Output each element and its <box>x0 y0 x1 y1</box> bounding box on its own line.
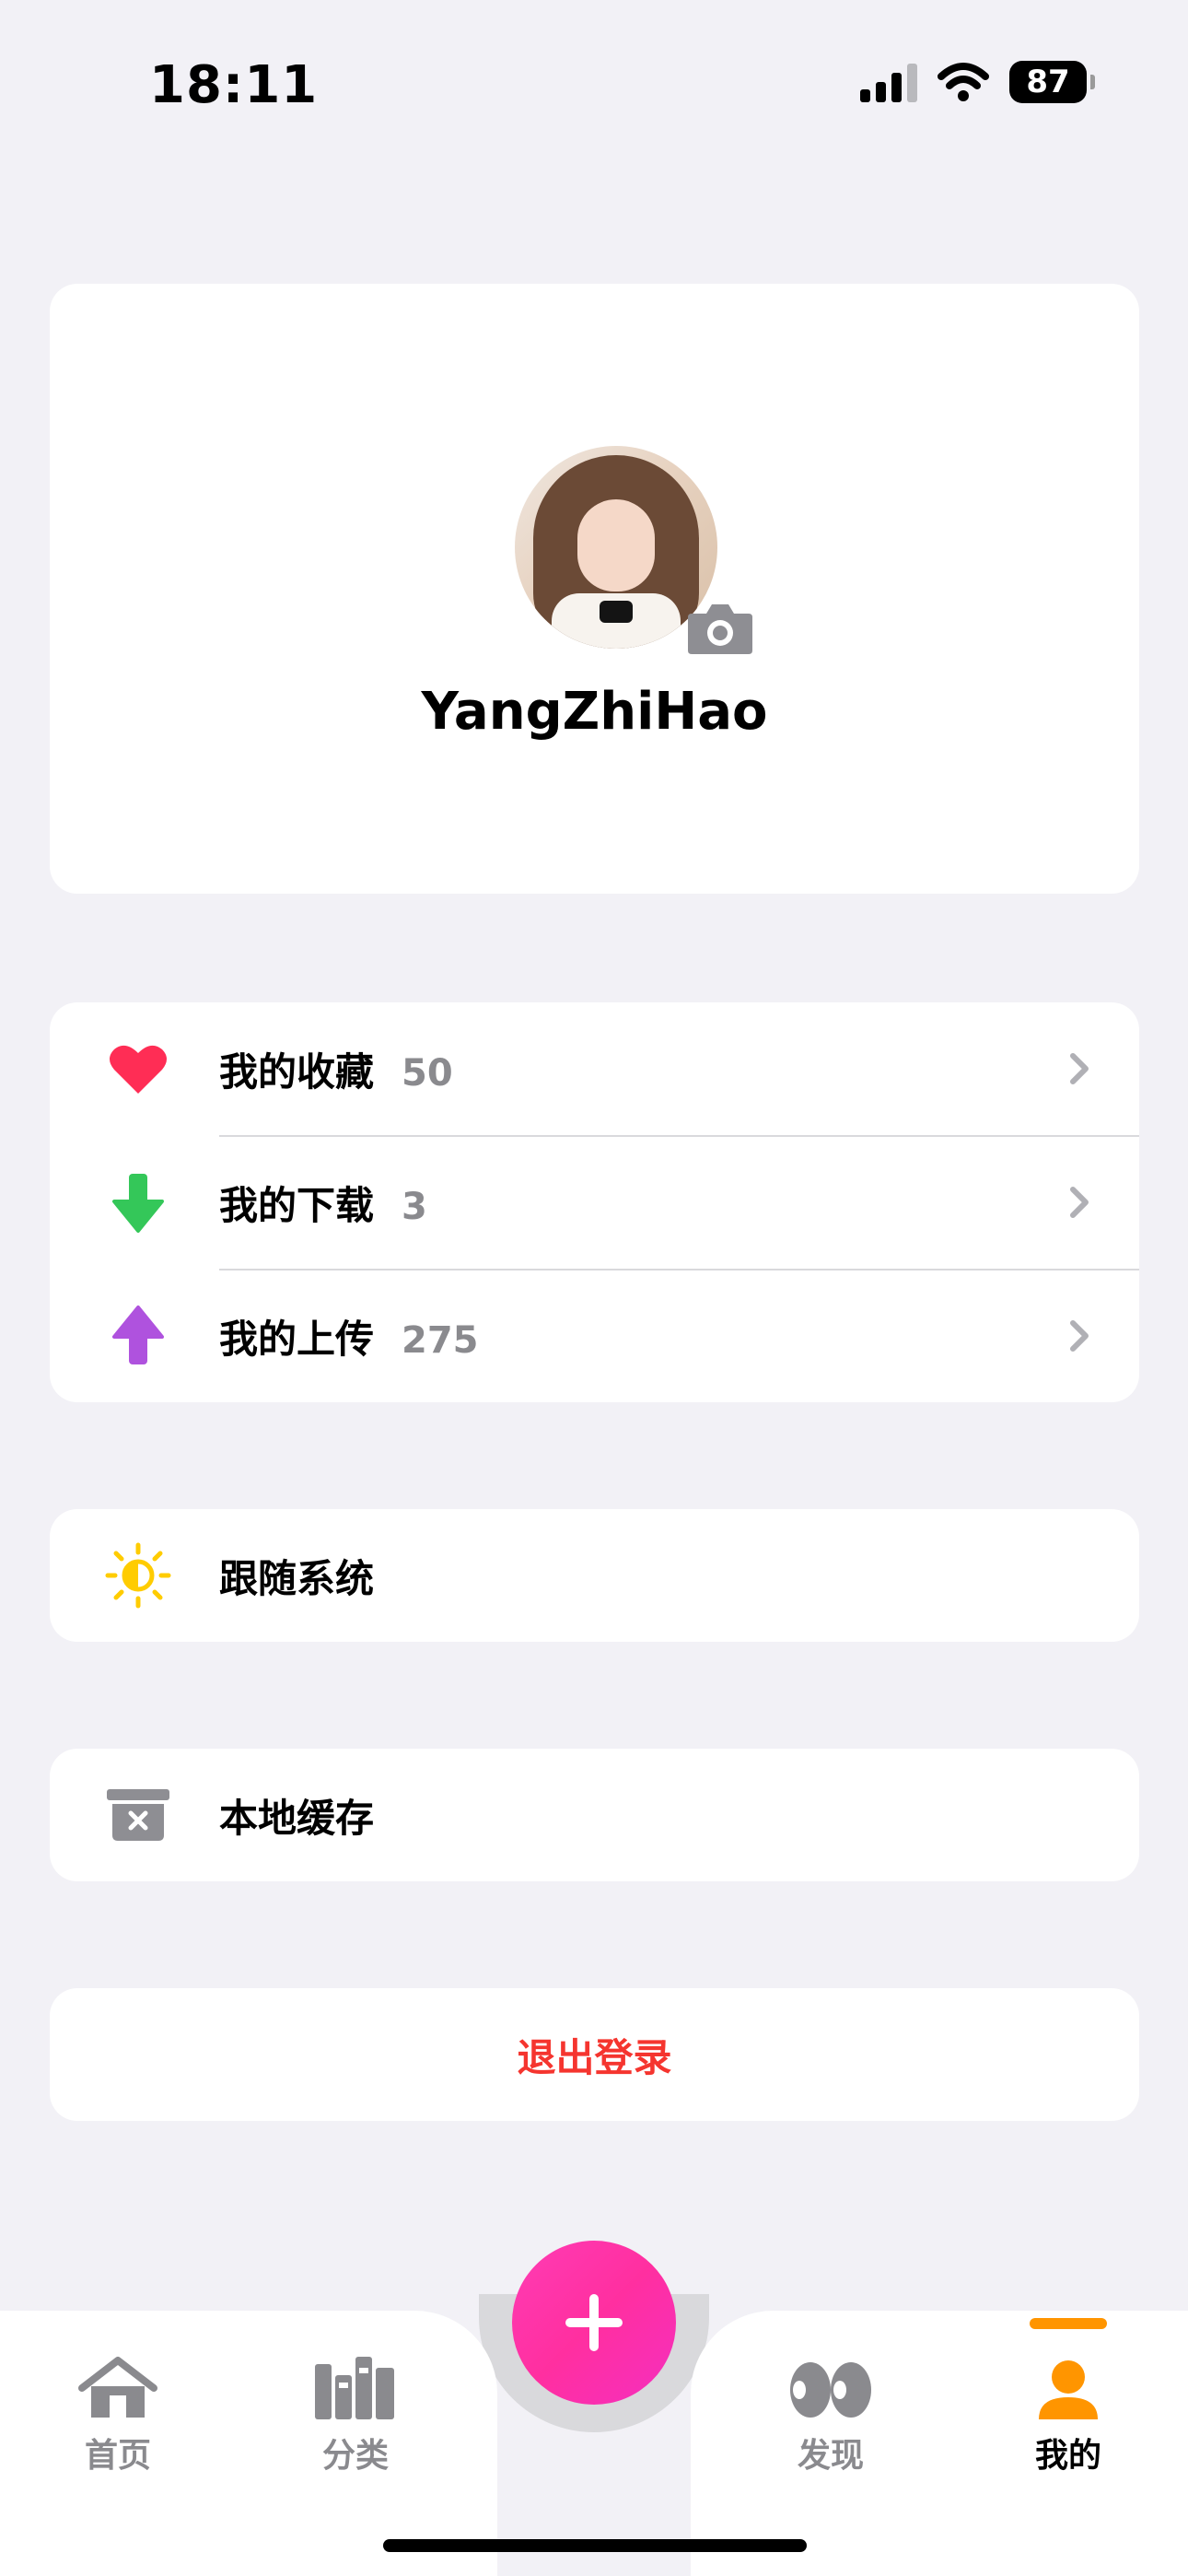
cache-card[interactable]: 本地缓存 <box>50 1749 1139 1881</box>
downloads-text: 我的下载 <box>219 1182 375 1228</box>
home-indicator <box>383 2539 807 2552</box>
tab-me[interactable]: 我的 <box>1004 2355 1133 2476</box>
favorites-row[interactable]: 我的收藏 50 <box>50 1002 1139 1135</box>
uploads-count: 275 <box>402 1318 479 1362</box>
tab-discover-label: 发现 <box>797 2437 864 2475</box>
status-icons: 87 <box>860 61 1095 103</box>
uploads-row[interactable]: 我的上传 275 <box>50 1270 1139 1402</box>
cache-label: 本地缓存 <box>219 1795 375 1841</box>
cellular-signal-icon <box>860 62 917 102</box>
arrow-up-icon <box>105 1303 171 1369</box>
tab-categories-label: 分类 <box>321 2437 389 2475</box>
appearance-row[interactable]: 跟随系统 <box>50 1509 1139 1642</box>
plus-icon <box>565 2294 623 2351</box>
chevron-right-icon <box>1070 1053 1089 1084</box>
tab-categories[interactable]: 分类 <box>291 2355 420 2476</box>
eyes-icon <box>790 2362 871 2418</box>
battery-icon: 87 <box>1009 61 1095 103</box>
downloads-count: 3 <box>402 1185 427 1228</box>
downloads-label: 我的下载 3 <box>219 1175 427 1231</box>
username: YangZhiHao <box>421 682 768 742</box>
add-button[interactable] <box>512 2241 676 2405</box>
favorites-text: 我的收藏 <box>219 1048 375 1095</box>
profile-card: YangZhiHao <box>50 284 1139 894</box>
chevron-right-icon <box>1070 1320 1089 1352</box>
wifi-icon <box>938 63 989 101</box>
camera-icon[interactable] <box>686 601 754 656</box>
downloads-row[interactable]: 我的下载 3 <box>50 1136 1139 1269</box>
logout-label: 退出登录 <box>517 2034 672 2080</box>
home-icon <box>78 2357 157 2418</box>
chevron-right-icon <box>1070 1187 1089 1218</box>
avatar-container[interactable] <box>515 446 752 654</box>
tab-home-label: 首页 <box>84 2437 151 2475</box>
person-icon <box>1039 2360 1098 2419</box>
tab-me-label: 我的 <box>1034 2437 1101 2475</box>
appearance-label: 跟随系统 <box>219 1555 375 1601</box>
status-time: 18:11 <box>149 55 319 115</box>
books-icon <box>315 2357 394 2419</box>
tab-home[interactable]: 首页 <box>53 2355 182 2476</box>
library-list: 我的收藏 50 我的下载 3 我的上传 275 <box>50 1002 1139 1402</box>
cache-row[interactable]: 本地缓存 <box>50 1749 1139 1881</box>
clear-cache-icon <box>105 1782 171 1848</box>
heart-icon <box>105 1036 171 1102</box>
favorites-label: 我的收藏 50 <box>219 1041 453 1097</box>
uploads-label: 我的上传 275 <box>219 1308 479 1364</box>
favorites-count: 50 <box>402 1051 453 1095</box>
tab-discover[interactable]: 发现 <box>766 2355 895 2476</box>
uploads-text: 我的上传 <box>219 1316 375 1362</box>
arrow-down-icon <box>105 1169 171 1235</box>
logout-button[interactable]: 退出登录 <box>50 1988 1139 2121</box>
appearance-card[interactable]: 跟随系统 <box>50 1509 1139 1642</box>
battery-level: 87 <box>1026 64 1070 100</box>
sun-half-icon <box>105 1542 171 1609</box>
active-tab-indicator <box>1030 2318 1107 2329</box>
